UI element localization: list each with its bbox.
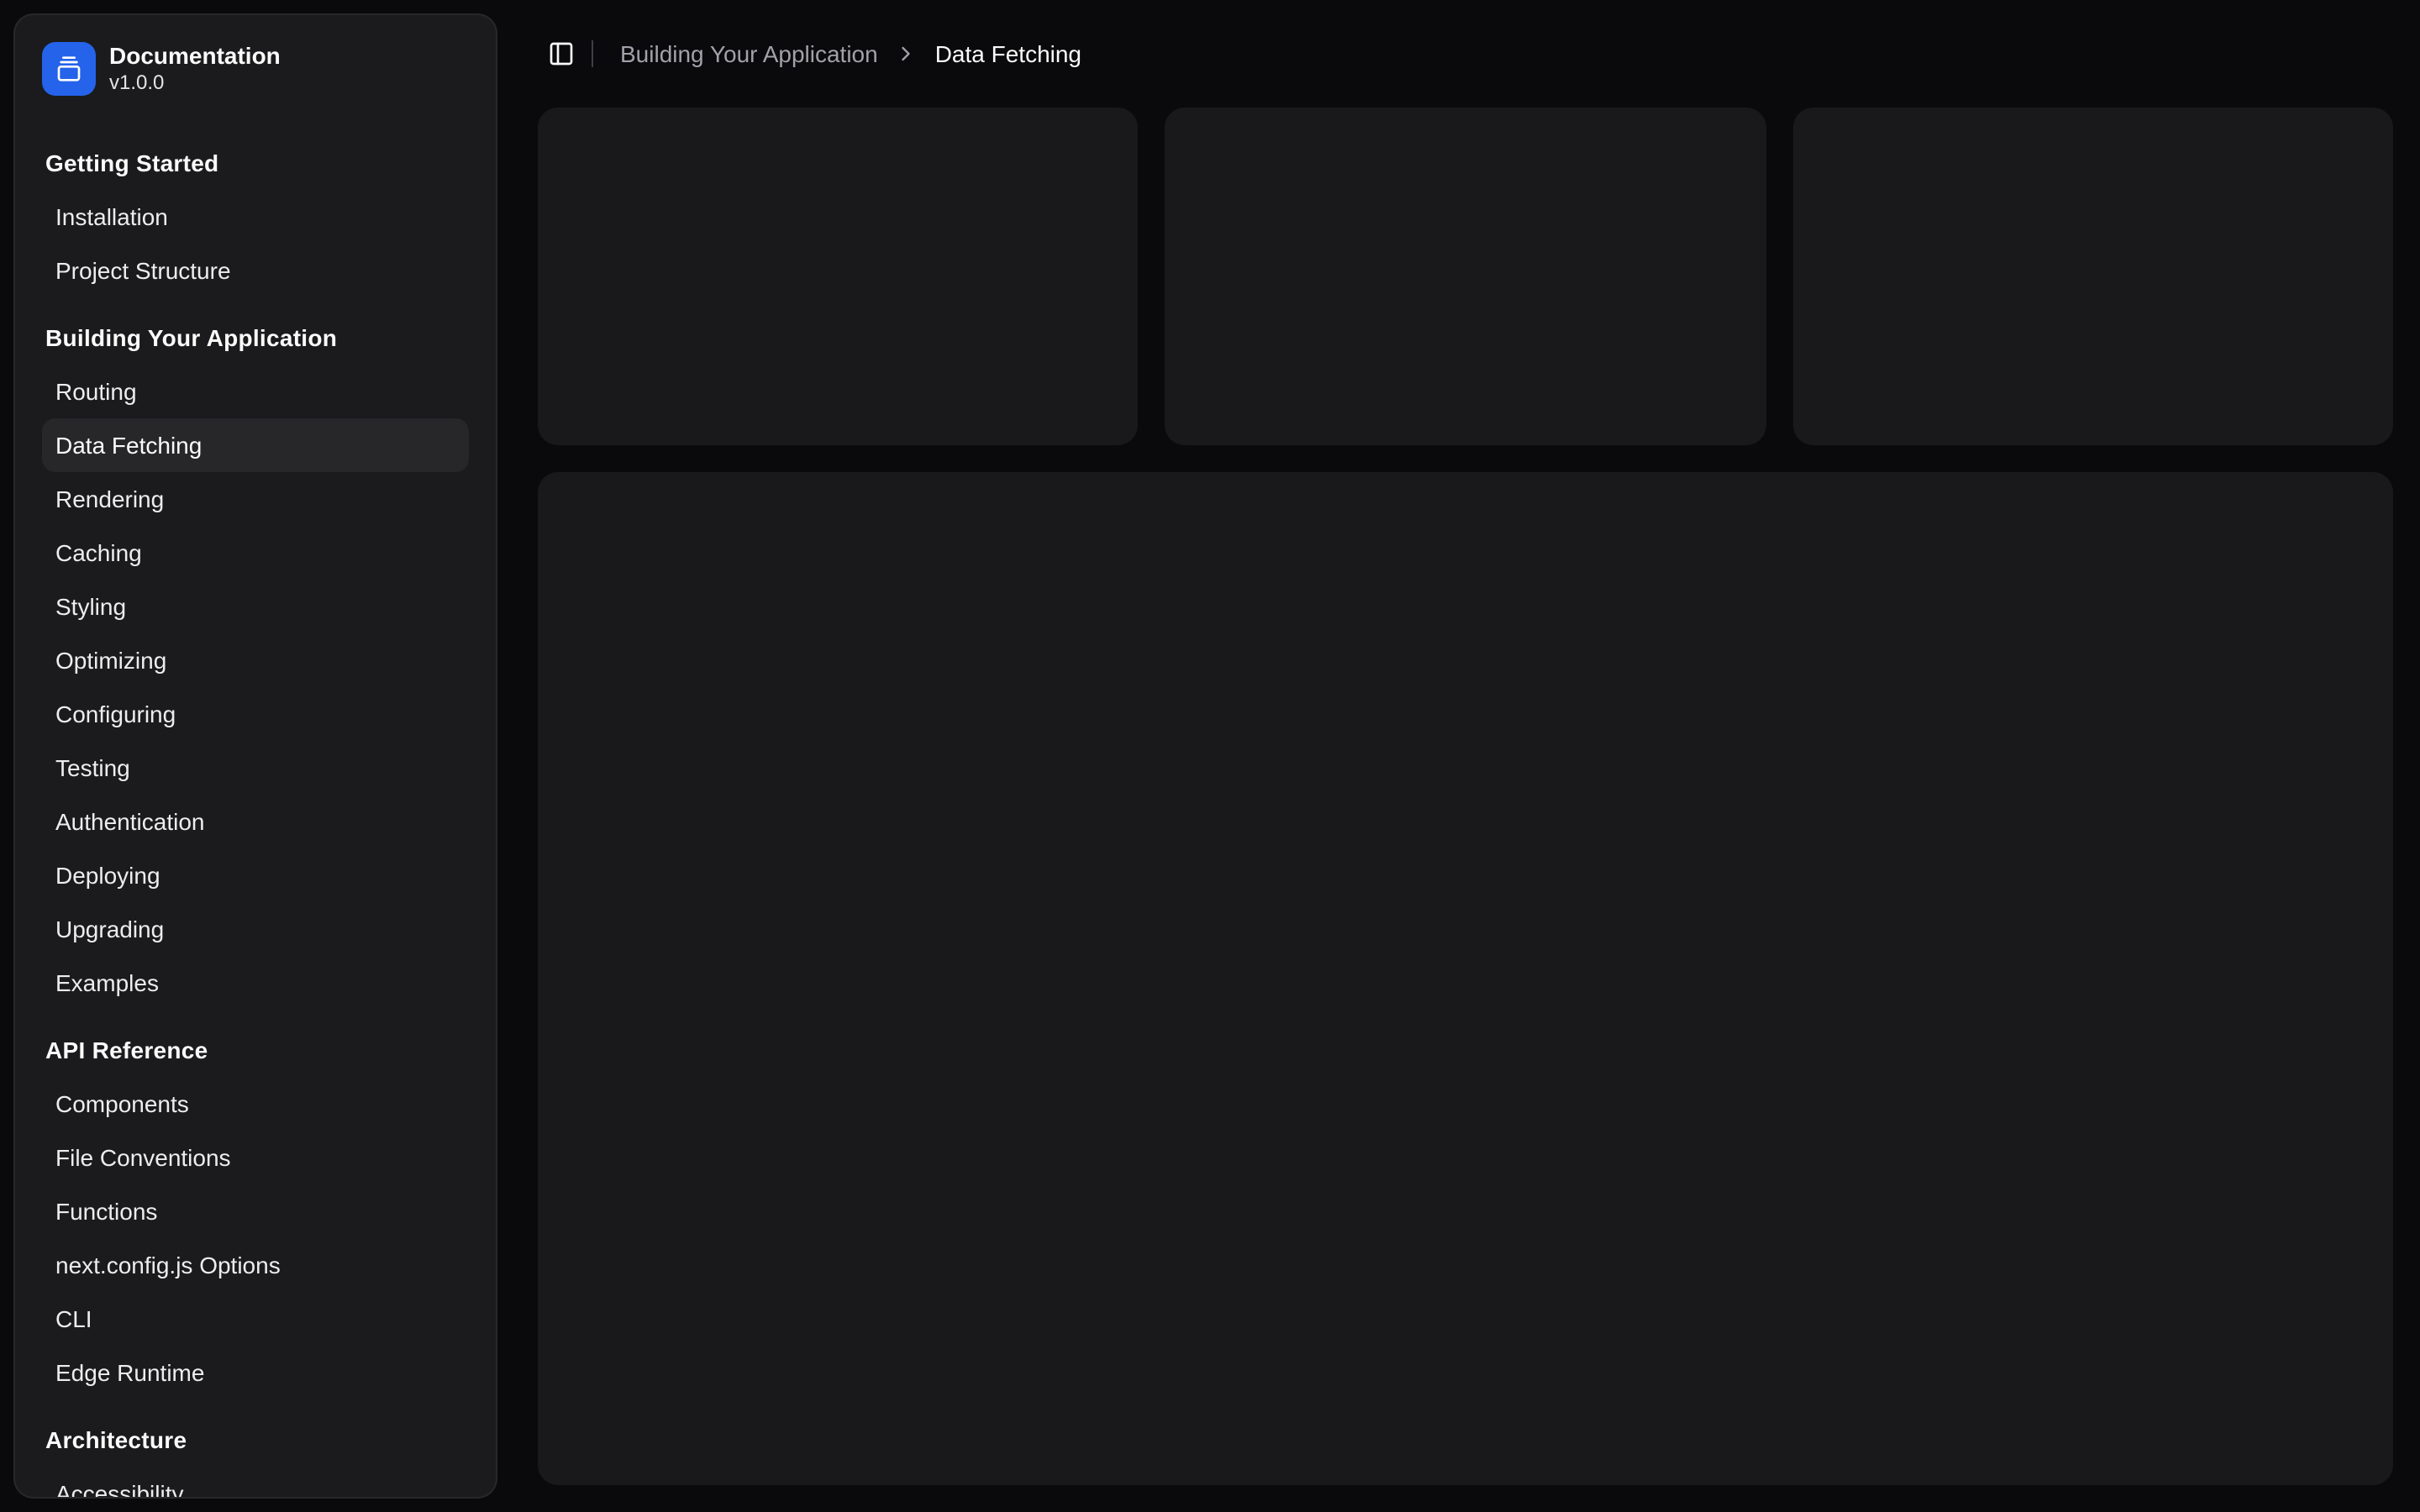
sidebar-item-data-fetching[interactable]: Data Fetching	[42, 418, 469, 472]
sidebar-item-rendering[interactable]: Rendering	[42, 472, 469, 526]
sidebar-item-file-conventions[interactable]: File Conventions	[42, 1131, 469, 1184]
sidebar-item-examples[interactable]: Examples	[42, 956, 469, 1010]
main-area: Building Your Application Data Fetching	[511, 0, 2420, 1512]
sidebar-group-label: API Reference	[42, 1023, 469, 1077]
sidebar-item-accessibility[interactable]: Accessibility	[42, 1467, 469, 1497]
breadcrumb-parent-link[interactable]: Building Your Application	[620, 40, 878, 67]
sidebar-item-edge-runtime[interactable]: Edge Runtime	[42, 1346, 469, 1399]
sidebar-title-block: Documentation v1.0.0	[109, 42, 281, 96]
placeholder-card-row	[538, 108, 2393, 445]
placeholder-card	[1165, 108, 1766, 445]
header-separator	[592, 40, 593, 67]
sidebar-item-styling[interactable]: Styling	[42, 580, 469, 633]
sidebar-group: API ReferenceComponentsFile ConventionsF…	[15, 1023, 496, 1399]
sidebar-group: ArchitectureAccessibility	[15, 1413, 496, 1497]
breadcrumb: Building Your Application Data Fetching	[620, 40, 1081, 67]
app-logo	[42, 42, 96, 96]
app-title: Documentation	[109, 42, 281, 69]
sidebar-item-components[interactable]: Components	[42, 1077, 469, 1131]
app-root: Documentation v1.0.0 Getting StartedInst…	[0, 0, 2420, 1512]
sidebar-item-routing[interactable]: Routing	[42, 365, 469, 418]
placeholder-panel	[538, 472, 2393, 1485]
sidebar-item-upgrading[interactable]: Upgrading	[42, 902, 469, 956]
sidebar-item-cli[interactable]: CLI	[42, 1292, 469, 1346]
sidebar-item-authentication[interactable]: Authentication	[42, 795, 469, 848]
sidebar-item-installation[interactable]: Installation	[42, 190, 469, 244]
breadcrumb-current: Data Fetching	[935, 40, 1081, 67]
sidebar-item-caching[interactable]: Caching	[42, 526, 469, 580]
sidebar: Documentation v1.0.0 Getting StartedInst…	[13, 13, 497, 1499]
sidebar-group-label: Getting Started	[42, 136, 469, 190]
sidebar-group-label: Architecture	[42, 1413, 469, 1467]
sidebar-header-button[interactable]: Documentation v1.0.0	[15, 15, 496, 123]
sidebar-item-optimizing[interactable]: Optimizing	[42, 633, 469, 687]
placeholder-card	[538, 108, 1139, 445]
sidebar-menu: ComponentsFile ConventionsFunctionsnext.…	[42, 1077, 469, 1399]
chevron-right-icon	[895, 42, 918, 66]
panel-left-icon	[548, 40, 575, 67]
app-version: v1.0.0	[109, 72, 281, 96]
sidebar-group: Building Your ApplicationRoutingData Fet…	[15, 311, 496, 1010]
sidebar-menu: Accessibility	[42, 1467, 469, 1497]
sidebar-item-testing[interactable]: Testing	[42, 741, 469, 795]
sidebar-toggle-button[interactable]	[538, 30, 585, 77]
sidebar-item-next-config-js-options[interactable]: next.config.js Options	[42, 1238, 469, 1292]
topbar: Building Your Application Data Fetching	[511, 0, 2420, 108]
sidebar-item-configuring[interactable]: Configuring	[42, 687, 469, 741]
sidebar-menu: RoutingData FetchingRenderingCachingStyl…	[42, 365, 469, 1010]
sidebar-menu: InstallationProject Structure	[42, 190, 469, 297]
main-content	[511, 108, 2420, 1512]
sidebar-nav: Getting StartedInstallationProject Struc…	[15, 123, 496, 1497]
sidebar-item-deploying[interactable]: Deploying	[42, 848, 469, 902]
sidebar-group-label: Building Your Application	[42, 311, 469, 365]
gallery-vertical-end-icon	[55, 55, 82, 82]
sidebar-item-functions[interactable]: Functions	[42, 1184, 469, 1238]
sidebar-group: Getting StartedInstallationProject Struc…	[15, 136, 496, 297]
sidebar-item-project-structure[interactable]: Project Structure	[42, 244, 469, 297]
placeholder-card	[1792, 108, 2393, 445]
